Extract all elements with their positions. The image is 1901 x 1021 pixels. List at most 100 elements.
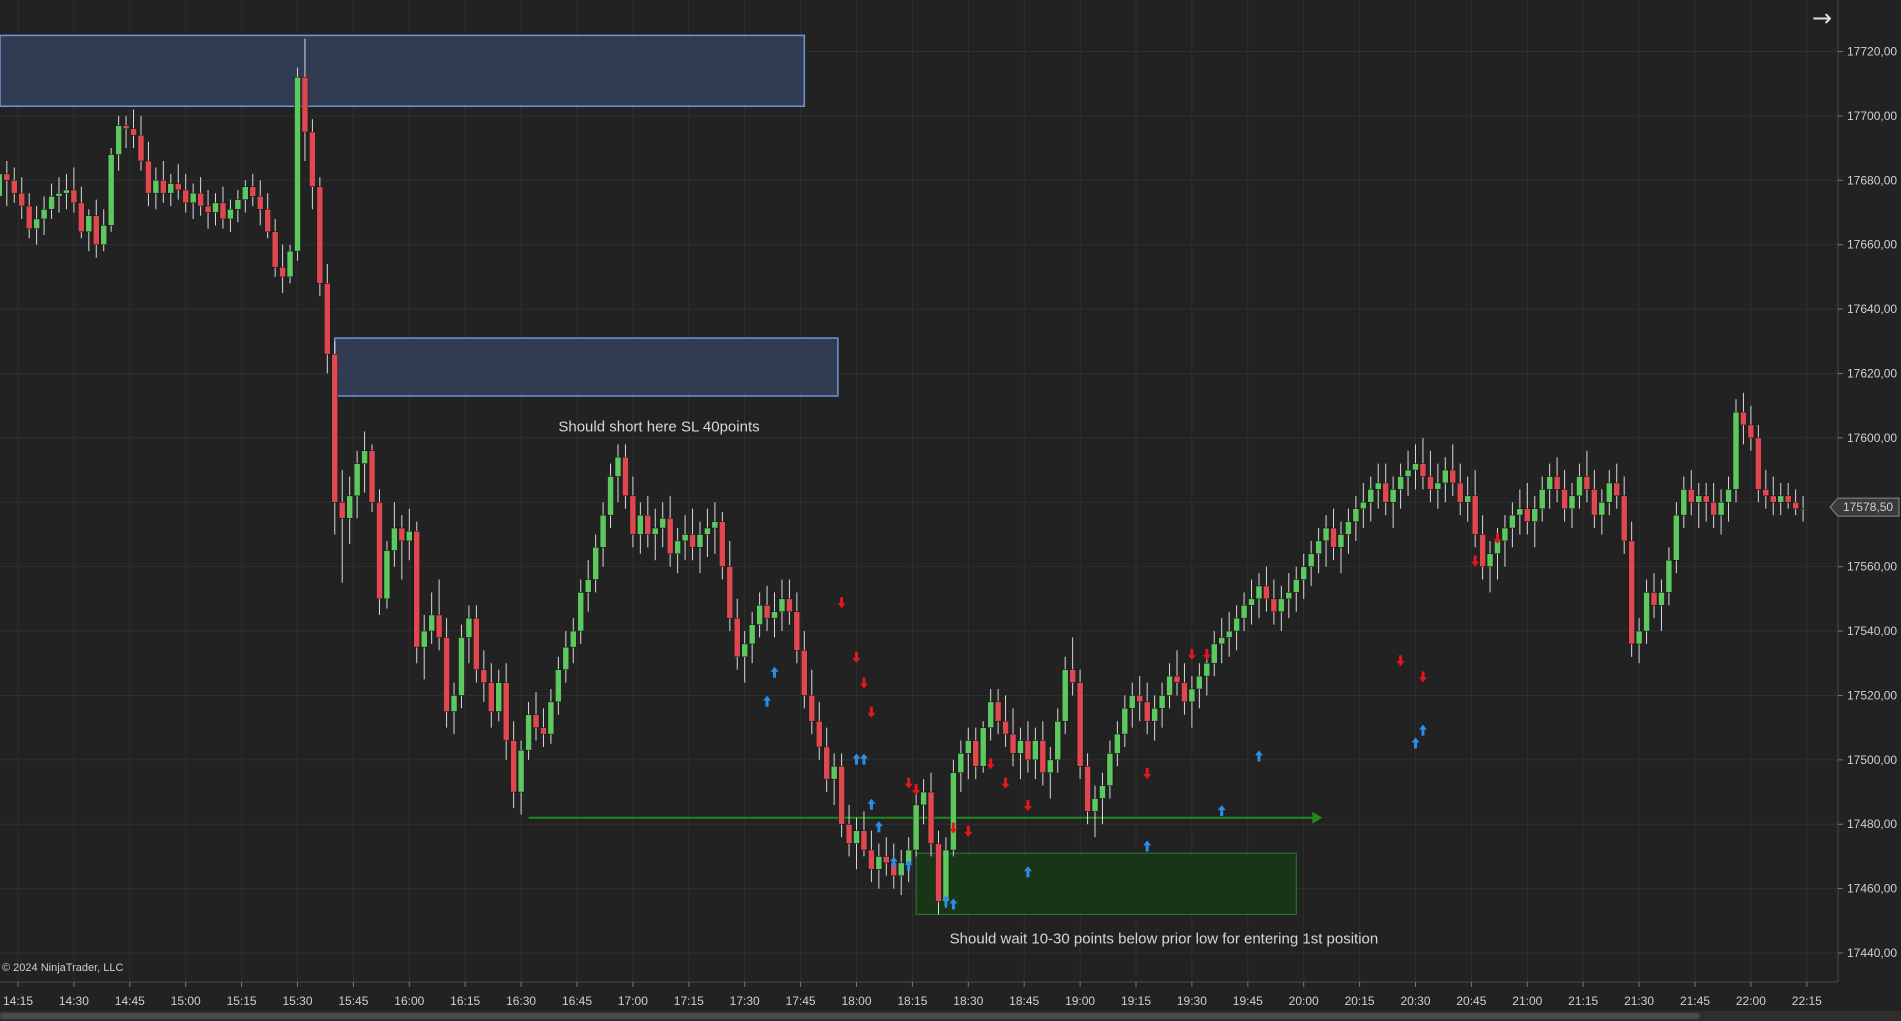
candle-body [987,701,994,728]
candle-body [182,189,189,204]
candle-body [1680,489,1688,516]
candle-body [994,701,1002,722]
demand-zone [915,852,1297,915]
time-tick-label: 14:45 [115,994,145,1008]
candle-body [897,862,905,877]
candle-body [681,534,689,542]
candle-body [1635,630,1643,645]
candle-body [55,192,63,197]
chart-annotation: Should short here SL 40points [558,418,759,435]
candle-body [1032,740,1039,761]
candle-body [1464,495,1471,503]
candle-body [1449,469,1457,484]
candle-body [1598,502,1606,516]
scrollbar-thumb[interactable] [0,1013,1700,1019]
time-tick-label: 21:30 [1624,994,1654,1008]
price-tick-label: 17660,00 [1847,238,1897,252]
candle-body [413,530,421,648]
candle-body [1524,508,1531,522]
candle-body [1725,489,1732,503]
candle-body [1337,534,1345,548]
candle-body [18,192,25,207]
candle-body [316,186,324,284]
candle-body [107,154,115,226]
price-tick-label: 17720,00 [1847,45,1897,59]
candle-body [965,740,972,754]
candle-body [868,849,875,870]
candle-body [1158,695,1166,709]
time-tick-label: 20:15 [1345,994,1375,1008]
time-tick-label: 21:00 [1512,994,1542,1008]
candle-body [78,202,85,233]
time-tick-label: 19:30 [1177,994,1207,1008]
candle-body [1412,463,1419,471]
candle-body [1322,527,1330,542]
candle-body [1591,489,1598,516]
candle-body [1367,489,1375,503]
candle-body [1628,540,1635,645]
time-tick-label: 20:45 [1456,994,1486,1008]
candle-body [778,598,786,612]
candle-body [570,630,577,648]
candle-body [838,766,845,825]
candle-body [1732,411,1740,490]
candle-body [786,598,793,612]
candle-body [979,727,987,767]
time-tick-label: 20:00 [1289,994,1319,1008]
time-tick-label: 22:15 [1792,994,1822,1008]
candle-body [525,714,532,751]
candle-body [1382,482,1389,503]
candle-body [741,643,748,658]
candle-body [160,180,167,194]
candle-body [353,463,361,497]
candle-body [1777,495,1784,503]
price-tick-label: 17620,00 [1847,366,1897,380]
copyright-label: © 2024 NinjaTrader, LLC [2,962,123,974]
candle-body [644,514,652,535]
candle-body [70,189,78,204]
candle-body [3,173,11,181]
candle-body [1263,585,1270,600]
candle-body [1643,592,1650,632]
candle-body [338,502,346,519]
candle-body [294,77,301,252]
candlestick-chart[interactable]: Should short here SL 40points Should wait… [0,0,1901,1021]
candle-body [1151,708,1158,722]
time-tick-label: 17:30 [730,994,760,1008]
candle-body [465,617,473,638]
candle-body [25,205,33,229]
candle-body [637,514,644,535]
time-tick-label: 14:15 [3,994,33,1008]
candle-body [1285,592,1293,600]
candle-body [1091,798,1099,812]
candle-body [443,637,450,712]
candle-body [1427,476,1434,490]
time-tick-label: 15:30 [282,994,312,1008]
candle-body [361,450,368,464]
time-tick-label: 19:45 [1233,994,1263,1008]
candle-body [488,682,495,712]
candle-body [1345,521,1352,535]
candle-body [674,540,681,555]
candle-body [614,456,622,477]
time-tick-label: 17:00 [618,994,648,1008]
candle-body [256,196,264,210]
time-tick-label: 18:45 [1009,994,1039,1008]
candle-body [726,566,734,619]
arrow-right-icon[interactable]: → [1806,2,1838,34]
candle-body [853,830,860,844]
candle-body [63,189,70,194]
candle-body [1576,476,1583,497]
candle-body [420,630,428,648]
chart-annotation: Should wait 10-30 points below prior low… [950,930,1379,947]
time-tick-label: 20:30 [1400,994,1430,1008]
candle-body [1650,592,1658,606]
time-tick-label: 18:00 [841,994,871,1008]
candle-body [793,611,801,651]
candle-body [279,266,286,278]
candle-body [1516,508,1524,516]
candle-body [406,530,413,542]
candle-body [711,521,719,529]
candle-body [264,209,271,233]
candle-body [502,682,510,741]
